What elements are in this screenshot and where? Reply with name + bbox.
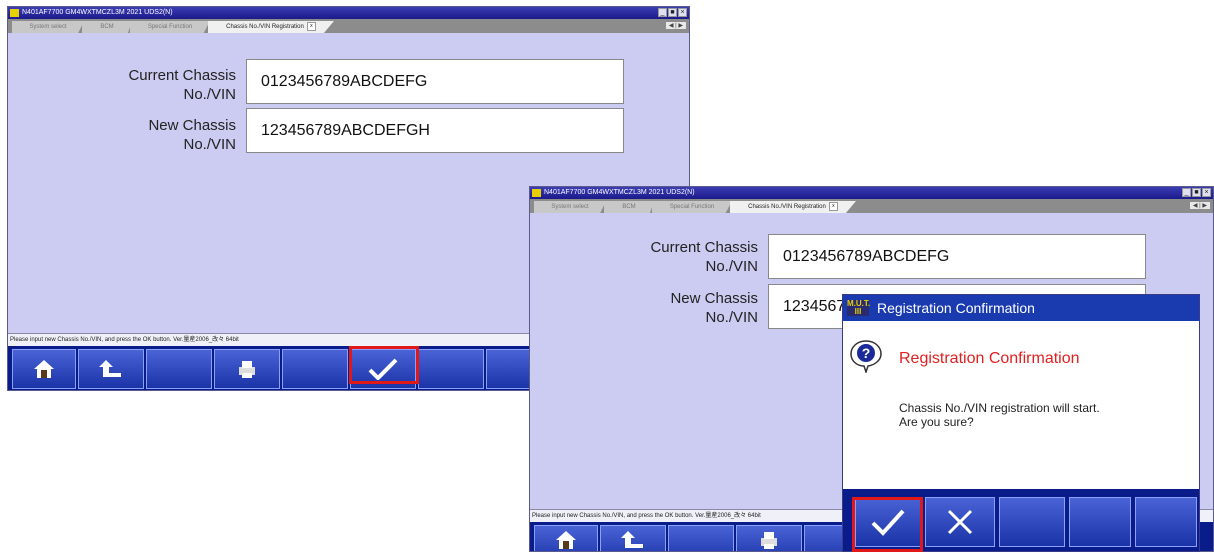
tab-nav-arrows-icon[interactable]: ◀ | ▶ [665, 22, 686, 29]
toolbar-button-empty-1[interactable] [668, 525, 734, 551]
tab-close-icon[interactable]: x [828, 201, 838, 211]
breadcrumb-tabs: System select BCM Special Function Chass… [8, 19, 689, 33]
tab-label: Chassis No./VIN Registration [748, 204, 826, 210]
tab-bcm[interactable]: BCM [604, 201, 654, 213]
toolbar-button-empty-3[interactable] [418, 349, 484, 389]
tab-system-select[interactable]: System select [12, 21, 84, 33]
current-vin-label: Current Chassis No./VIN [128, 67, 236, 103]
tab-label: Chassis No./VIN Registration [226, 24, 304, 30]
tab-bcm[interactable]: BCM [82, 21, 132, 33]
dialog-button-empty-3[interactable] [1135, 497, 1197, 547]
dialog-cancel-button[interactable] [925, 497, 995, 547]
home-button[interactable] [534, 525, 598, 551]
back-arrow-icon [99, 360, 121, 377]
minimize-icon[interactable]: _ [658, 8, 667, 17]
question-icon: ? [850, 340, 882, 373]
print-button[interactable] [214, 349, 280, 389]
title-bar: N401AF7700 GM4WXTMCZL3M 2021 UDS2(N) _ ■… [8, 7, 689, 19]
printer-icon [761, 532, 777, 549]
close-icon[interactable]: × [678, 8, 687, 17]
window-title: N401AF7700 GM4WXTMCZL3M 2021 UDS2(N) [544, 189, 695, 196]
dialog-message: Chassis No./VIN registration will start.… [899, 401, 1100, 429]
title-bar: N401AF7700 GM4WXTMCZL3M 2021 UDS2(N) _ ■… [530, 187, 1213, 199]
current-vin-field: 0123456789ABCDEFG [768, 234, 1146, 279]
breadcrumb-tabs: System select BCM Special Function Chass… [530, 199, 1213, 213]
back-button[interactable] [78, 349, 144, 389]
home-icon [34, 360, 54, 378]
back-arrow-icon [621, 531, 643, 548]
close-icon[interactable]: × [1202, 188, 1211, 197]
current-vin-label: Current Chassis No./VIN [650, 239, 758, 275]
back-button[interactable] [600, 525, 666, 551]
new-vin-input[interactable]: 123456789ABCDEFGH [246, 108, 624, 153]
toolbar-button-empty-2[interactable] [282, 349, 348, 389]
dialog-heading: Registration Confirmation [899, 350, 1080, 367]
home-button[interactable] [12, 349, 76, 389]
maximize-icon[interactable]: ■ [668, 8, 677, 17]
dialog-button-empty-2[interactable] [1069, 497, 1131, 547]
tab-system-select[interactable]: System select [534, 201, 606, 213]
minimize-icon[interactable]: _ [1182, 188, 1191, 197]
new-vin-label: New Chassis No./VIN [670, 290, 758, 326]
ok-button-highlight [349, 346, 419, 384]
app-logo-icon [532, 189, 541, 197]
home-icon [556, 531, 576, 549]
maximize-icon[interactable]: ■ [1192, 188, 1201, 197]
dialog-ok-highlight [852, 497, 923, 552]
current-vin-field: 0123456789ABCDEFG [246, 59, 624, 104]
svg-text:?: ? [862, 345, 871, 361]
tab-nav-arrows-icon[interactable]: ◀ | ▶ [1189, 202, 1210, 209]
tab-chassis-vin-registration[interactable]: Chassis No./VIN Registration x [208, 21, 334, 33]
tab-close-icon[interactable]: x [306, 21, 316, 31]
window-title: N401AF7700 GM4WXTMCZL3M 2021 UDS2(N) [22, 9, 173, 16]
print-button[interactable] [736, 525, 802, 551]
printer-icon [239, 361, 255, 378]
tab-special-function[interactable]: Special Function [130, 21, 210, 33]
window-controls: _ ■ × [1182, 188, 1211, 197]
dialog-title-bar: M.U.T. III Registration Confirmation [843, 295, 1199, 321]
app-logo-icon [10, 9, 19, 17]
new-vin-label: New Chassis No./VIN [148, 117, 236, 153]
window-controls: _ ■ × [658, 8, 687, 17]
toolbar-button-empty-1[interactable] [146, 349, 212, 389]
dialog-title: Registration Confirmation [877, 300, 1035, 316]
tab-chassis-vin-registration[interactable]: Chassis No./VIN Registration x [730, 201, 856, 213]
cancel-x-icon [947, 509, 973, 535]
dialog-button-empty-1[interactable] [999, 497, 1065, 547]
tab-special-function[interactable]: Special Function [652, 201, 732, 213]
mut-logo-icon: M.U.T. III [847, 299, 871, 316]
